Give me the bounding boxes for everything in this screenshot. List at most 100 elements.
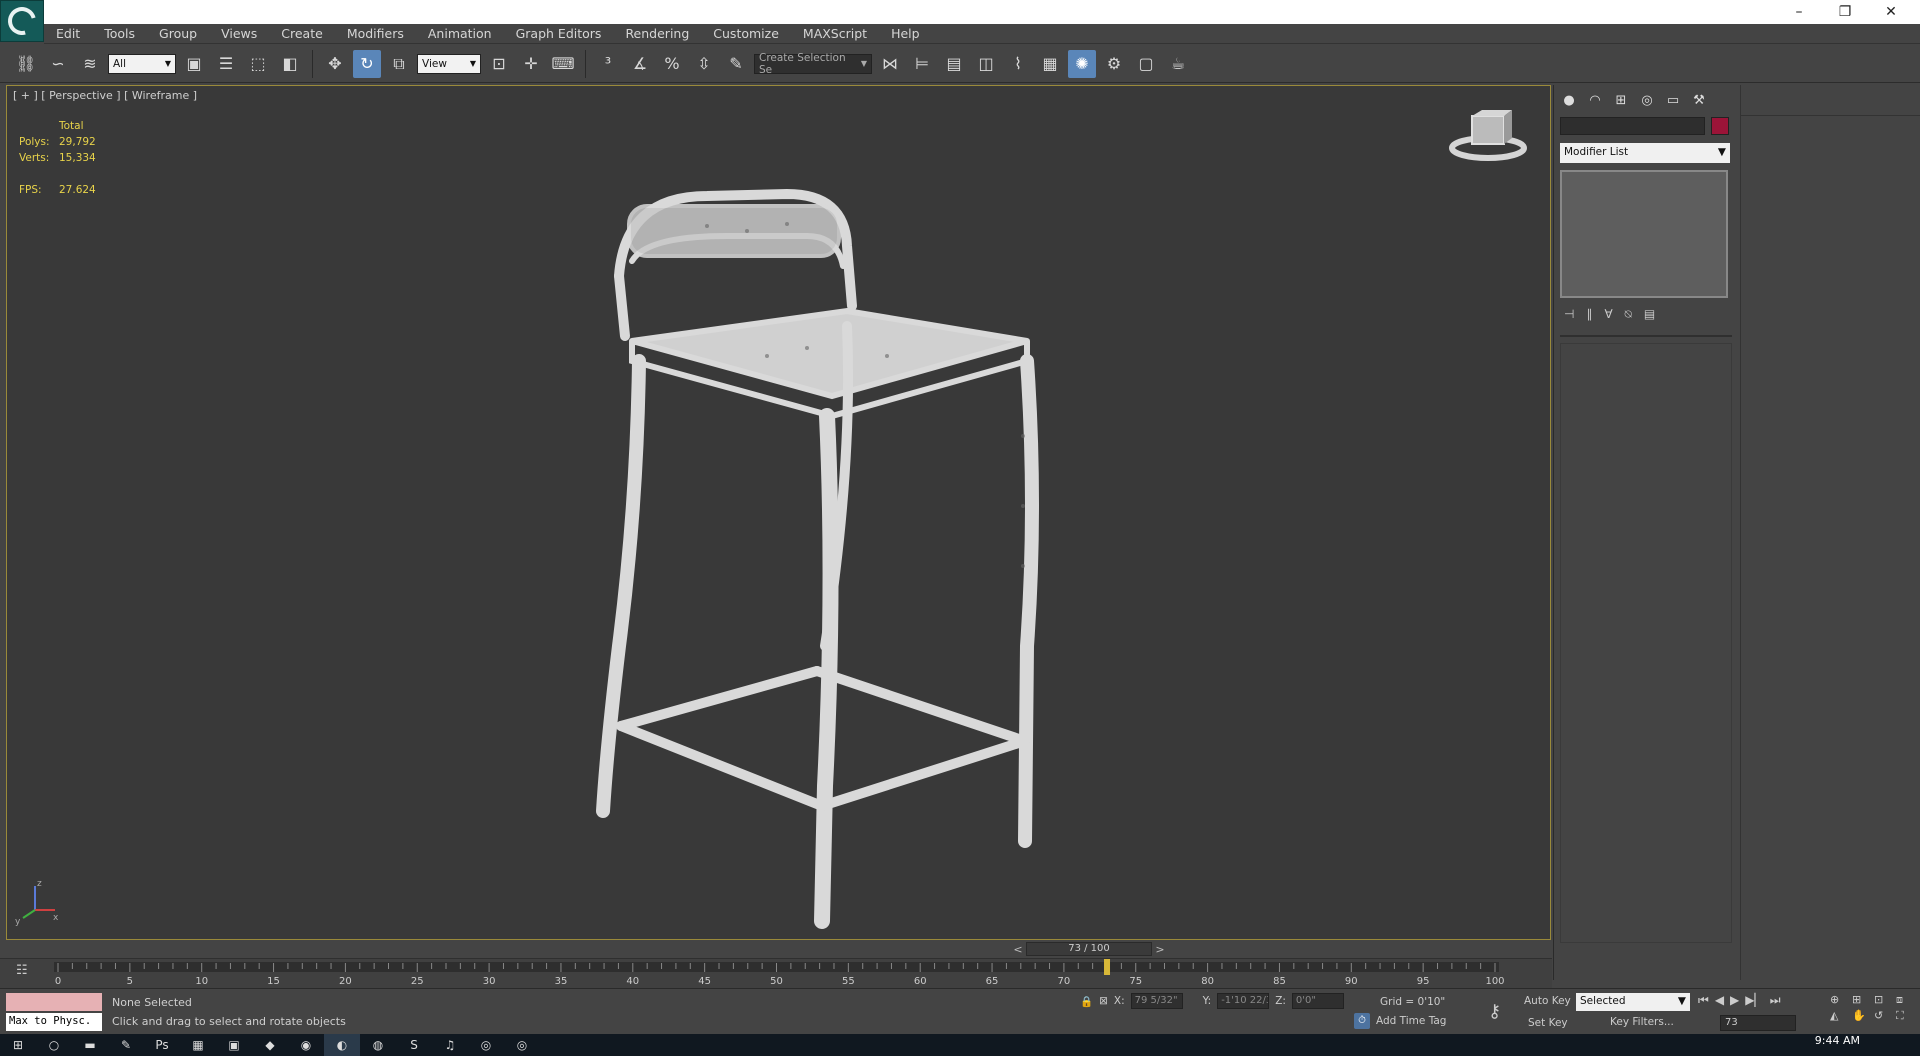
3dsmax-taskbar-icon[interactable]: ◐ — [324, 1034, 360, 1056]
unlink-icon[interactable]: ∽ — [44, 50, 72, 78]
menu-rendering[interactable]: Rendering — [613, 24, 701, 44]
zoom-icon[interactable]: ⊕ — [1830, 993, 1850, 1007]
frame-display[interactable]: 73 / 100 — [1026, 942, 1152, 956]
maxscript-mini-listener[interactable] — [6, 993, 102, 1011]
bind-space-warp-icon[interactable]: ≋ — [76, 50, 104, 78]
bar-stool-wireframe[interactable] — [7, 86, 1551, 940]
chrome-icon[interactable]: ◉ — [288, 1034, 324, 1056]
key-icon[interactable]: ⚷ — [1488, 1001, 1501, 1022]
current-frame-field[interactable]: 73 — [1720, 1015, 1796, 1031]
utilities-tab-icon[interactable]: ⚒ — [1688, 89, 1710, 111]
selection-filter-dropdown[interactable]: All ▼ — [108, 53, 176, 74]
select-and-scale-icon[interactable]: ⧉ — [385, 50, 413, 78]
schematic-view-icon[interactable]: ▦ — [1036, 50, 1064, 78]
time-slider-next[interactable]: > — [1152, 943, 1168, 956]
modifier-stack[interactable] — [1560, 170, 1728, 298]
percent-snap-icon[interactable]: % — [658, 50, 686, 78]
select-object-icon[interactable]: ▣ — [180, 50, 208, 78]
set-key-button[interactable]: Set Key — [1528, 1017, 1568, 1029]
pin-stack-icon[interactable]: ⊣ — [1564, 307, 1574, 322]
menu-views[interactable]: Views — [209, 24, 269, 44]
start-icon[interactable]: ⊞ — [0, 1034, 36, 1056]
perspective-viewport[interactable]: [ + ] [ Perspective ] [ Wireframe ] Tota… — [6, 85, 1551, 940]
menu-help[interactable]: Help — [879, 24, 932, 44]
configure-modifier-sets-icon[interactable]: ▤ — [1644, 307, 1655, 322]
select-and-link-icon[interactable]: ⛓ — [12, 50, 40, 78]
menu-group[interactable]: Group — [147, 24, 209, 44]
edit-named-selection-icon[interactable]: ✎ — [722, 50, 750, 78]
menu-graph-editors[interactable]: Graph Editors — [504, 24, 614, 44]
media-2-icon[interactable]: ◎ — [504, 1034, 540, 1056]
menu-customize[interactable]: Customize — [701, 24, 791, 44]
menu-animation[interactable]: Animation — [416, 24, 504, 44]
zoom-extents-icon[interactable]: ⊡ — [1874, 993, 1894, 1007]
restore-button[interactable]: ❐ — [1822, 0, 1868, 24]
go-to-end-icon[interactable]: ⏭ — [1770, 993, 1781, 1008]
create-tab-icon[interactable]: ● — [1558, 89, 1580, 111]
scene-explorer-icon[interactable]: ▤ — [940, 50, 968, 78]
display-tab-icon[interactable]: ▭ — [1662, 89, 1684, 111]
firefox-icon[interactable]: ◍ — [360, 1034, 396, 1056]
dropbox-icon[interactable]: ◆ — [252, 1034, 288, 1056]
file-explorer-icon[interactable]: ▬ — [72, 1034, 108, 1056]
track-bar[interactable]: ☷ 0 5 10 15 20 25 30 35 40 45 50 55 60 65 70 75 80 85 90 95… — [0, 958, 1552, 988]
spotify-icon[interactable]: ♫ — [432, 1034, 468, 1056]
skype-icon[interactable]: S — [396, 1034, 432, 1056]
named-selection-dropdown[interactable]: Create Selection Se ▼ — [754, 52, 872, 76]
modify-tab-icon[interactable]: ◠ — [1584, 89, 1606, 111]
orbit-icon[interactable]: ↺ — [1874, 1009, 1894, 1023]
curve-editor-icon[interactable]: ⌇ — [1004, 50, 1032, 78]
object-color-swatch[interactable] — [1711, 117, 1729, 135]
next-frame-icon[interactable]: ▶▏ — [1745, 993, 1763, 1008]
select-and-manipulate-icon[interactable]: ✛ — [517, 50, 545, 78]
material-editor-icon[interactable]: ✺ — [1068, 49, 1096, 78]
window-crossing-icon[interactable]: ◧ — [276, 50, 304, 78]
lock-icon[interactable]: 🔒 — [1080, 995, 1093, 1008]
select-and-rotate-icon[interactable]: ↻ — [353, 49, 381, 78]
select-and-move-icon[interactable]: ✥ — [321, 50, 349, 78]
time-slider[interactable]: < 73 / 100 > — [1010, 941, 1168, 957]
zoom-all-icon[interactable]: ⊞ — [1852, 993, 1872, 1007]
zoom-extents-all-icon[interactable]: ⧈ — [1896, 993, 1916, 1007]
pivot-center-icon[interactable]: ⊡ — [485, 50, 513, 78]
reference-coordinate-dropdown[interactable]: View ▼ — [417, 53, 481, 74]
absolute-mode-icon[interactable]: ⊠ — [1099, 995, 1108, 1007]
snaps-toggle-icon[interactable]: ³ — [594, 50, 622, 78]
media-icon[interactable]: ◎ — [468, 1034, 504, 1056]
spinner-snap-icon[interactable]: ⇳ — [690, 50, 718, 78]
rendered-frame-window-icon[interactable]: ▢ — [1132, 50, 1160, 78]
add-time-tag-button[interactable]: ⏱ Add Time Tag — [1354, 1013, 1446, 1029]
pin-icon[interactable]: ✎ — [108, 1034, 144, 1056]
maxscript-listener-field[interactable]: Max to Physc. — [6, 1013, 102, 1031]
make-unique-icon[interactable]: ∀ — [1604, 307, 1612, 322]
time-slider-prev[interactable]: < — [1010, 943, 1026, 956]
z-coordinate-field[interactable]: 0'0" — [1291, 993, 1344, 1009]
layer-explorer-icon[interactable]: ◫ — [972, 50, 1000, 78]
track-bar-ruler[interactable]: 0 5 10 15 20 25 30 35 40 45 50 55 60 65 70 75 80 85 90 95 10… — [0, 959, 1552, 989]
x-coordinate-field[interactable]: 79 5/32" — [1130, 993, 1183, 1009]
render-production-icon[interactable]: ☕ — [1164, 50, 1192, 78]
select-by-name-icon[interactable]: ☰ — [212, 50, 240, 78]
object-name-field[interactable] — [1560, 117, 1705, 135]
auto-key-button[interactable]: Auto Key — [1524, 995, 1571, 1007]
motion-tab-icon[interactable]: ◎ — [1636, 89, 1658, 111]
y-coordinate-field[interactable]: -1'10 22/32 — [1217, 993, 1270, 1009]
hierarchy-tab-icon[interactable]: ⊞ — [1610, 89, 1632, 111]
menu-edit[interactable]: Edit — [44, 24, 92, 44]
close-button[interactable]: ✕ — [1868, 0, 1914, 24]
photoshop-icon[interactable]: Ps — [144, 1034, 180, 1056]
menu-maxscript[interactable]: MAXScript — [791, 24, 879, 44]
key-set-dropdown[interactable]: Selected ▼ — [1576, 993, 1690, 1011]
modifier-list-dropdown[interactable]: Modifier List ▼ — [1560, 143, 1730, 163]
taskbar-clock[interactable]: 9:44 AM — [1815, 1034, 1860, 1048]
calculator-icon[interactable]: ▦ — [180, 1034, 216, 1056]
align-icon[interactable]: ⊨ — [908, 50, 936, 78]
current-frame-marker[interactable] — [1104, 959, 1111, 975]
render-setup-icon[interactable]: ⚙ — [1100, 50, 1128, 78]
search-icon[interactable]: ○ — [36, 1034, 72, 1056]
store-icon[interactable]: ▣ — [216, 1034, 252, 1056]
field-of-view-icon[interactable]: ◭ — [1830, 1009, 1850, 1023]
rectangular-selection-icon[interactable]: ⬚ — [244, 50, 272, 78]
key-filters-button[interactable]: Key Filters... — [1610, 1016, 1674, 1028]
show-end-result-icon[interactable]: ∥ — [1586, 307, 1592, 322]
